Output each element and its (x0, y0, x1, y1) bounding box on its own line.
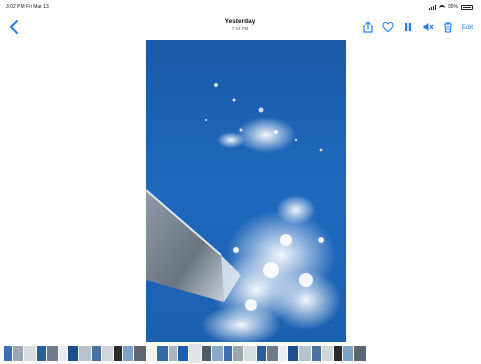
thumbnail[interactable] (123, 346, 133, 361)
thumbnail[interactable] (178, 346, 188, 361)
pause-button[interactable] (402, 21, 414, 33)
thumbnail[interactable] (4, 346, 12, 361)
thumbnail[interactable] (322, 346, 333, 361)
battery-percent: 95% (447, 4, 458, 10)
thumbnail[interactable] (267, 346, 278, 361)
ocean-photo (146, 40, 346, 342)
thumbnail[interactable] (59, 346, 67, 361)
thumbnail[interactable] (224, 346, 232, 361)
thumbnail[interactable] (343, 346, 353, 361)
thumbnail[interactable] (233, 346, 243, 361)
thumbnail[interactable] (288, 346, 298, 361)
thumbnail-strip[interactable] (0, 343, 481, 364)
delete-button[interactable] (442, 21, 454, 33)
thumbnail[interactable] (202, 346, 211, 361)
photo-viewer[interactable] (146, 40, 346, 342)
thumbnail[interactable] (354, 346, 366, 361)
thumbnail[interactable] (244, 346, 256, 361)
trash-icon (443, 22, 452, 33)
thumbnail[interactable] (299, 346, 311, 361)
thumbnail[interactable] (212, 346, 223, 361)
thumbnail[interactable] (114, 346, 122, 361)
title-block: Yesterday 7:44 PM (190, 18, 290, 31)
edit-button[interactable]: Edit (462, 24, 473, 31)
thumbnail[interactable] (79, 346, 91, 361)
chevron-left-icon (10, 20, 18, 34)
thumbnail[interactable] (157, 346, 168, 361)
thumbnail[interactable] (68, 346, 78, 361)
status-indicators: 95% (428, 4, 473, 10)
battery-icon (461, 4, 473, 10)
thumbnail[interactable] (334, 346, 342, 361)
thumbnail[interactable] (257, 346, 266, 361)
signal-icon (428, 4, 436, 10)
back-button[interactable] (8, 19, 22, 35)
nav-bar: Yesterday 7:44 PM Edit (0, 14, 481, 40)
pause-icon (404, 23, 411, 31)
share-icon (363, 21, 373, 33)
thumbnail[interactable] (37, 346, 46, 361)
thumbnail[interactable] (47, 346, 58, 361)
thumbnail[interactable] (134, 346, 146, 361)
page-subtitle: 7:44 PM (231, 26, 249, 31)
thumbnail[interactable] (169, 346, 177, 361)
thumbnail[interactable] (147, 346, 156, 361)
thumbnail[interactable] (13, 346, 23, 361)
thumbnail[interactable] (102, 346, 113, 361)
speaker-mute-icon (423, 23, 434, 31)
page-title: Yesterday (224, 18, 256, 25)
thumbnail[interactable] (279, 346, 287, 361)
thumbnail[interactable] (92, 346, 101, 361)
thumbnail-scrubber (4, 344, 366, 363)
status-time: 3:02 PM Fri Mar 13 (6, 4, 49, 10)
heart-icon (382, 21, 394, 33)
favorite-button[interactable] (382, 21, 394, 33)
mute-button[interactable] (422, 21, 434, 33)
status-bar: 3:02 PM Fri Mar 13 95% (0, 0, 481, 14)
thumbnail[interactable] (24, 346, 36, 361)
thumbnail-current[interactable] (189, 344, 201, 363)
thumbnail[interactable] (312, 346, 321, 361)
toolbar: Edit (362, 19, 473, 35)
wifi-icon (438, 5, 445, 9)
share-button[interactable] (362, 21, 374, 33)
